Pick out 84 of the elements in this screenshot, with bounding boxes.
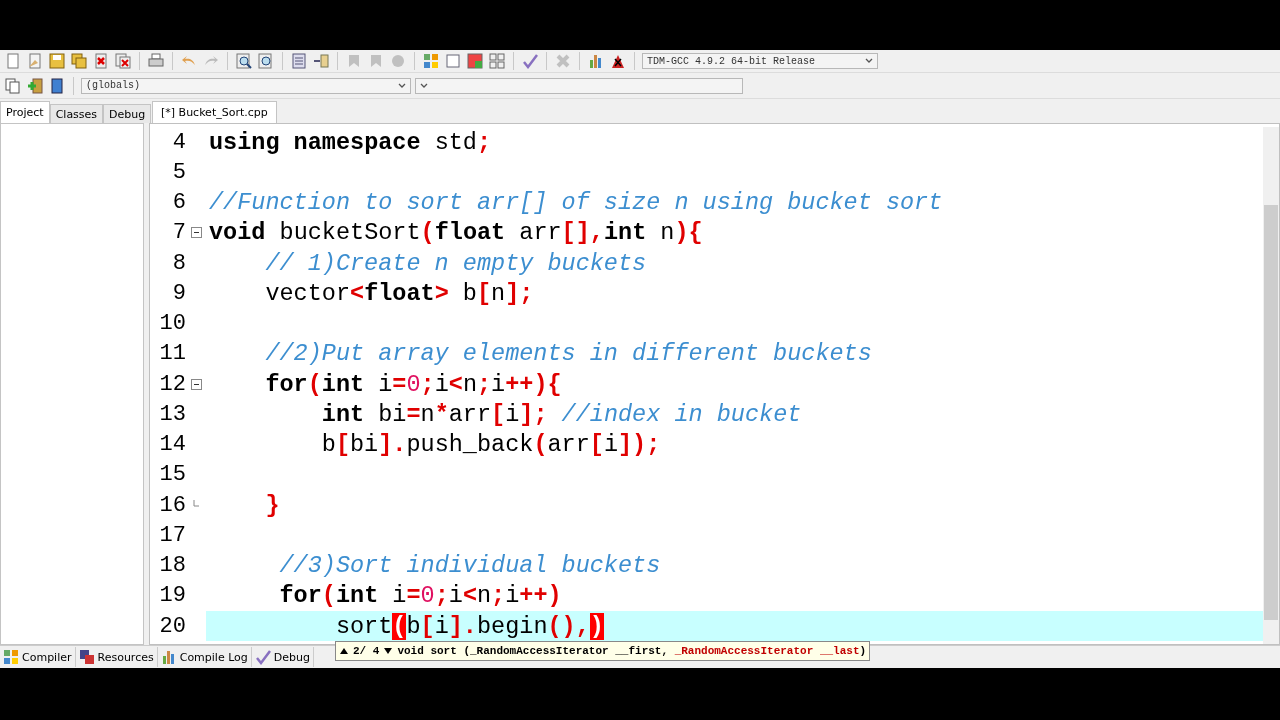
line-number: 20 [158, 613, 186, 639]
circle-icon [390, 53, 406, 69]
caret-icon[interactable] [865, 58, 873, 64]
grid-icon [3, 649, 19, 665]
open-file-icon [27, 53, 43, 69]
fold-icon[interactable] [190, 227, 202, 239]
caret-icon[interactable] [398, 82, 406, 89]
file-tab[interactable]: [*] Bucket_Sort.cpp [152, 101, 277, 123]
line-number: 6 [171, 190, 186, 216]
check-icon [254, 649, 271, 665]
save-all-icon [71, 53, 87, 69]
code-line: //Function to sort arr[] of size n using bucket sort [209, 189, 943, 217]
panel-tab[interactable]: Debug [103, 104, 152, 123]
pages-icon [5, 77, 21, 94]
magnifier-icon [258, 53, 274, 69]
code-line: //2)Put array elements in different buckets [265, 340, 872, 368]
line-number: 7 [171, 220, 186, 246]
close-icon [93, 53, 109, 69]
output-tab[interactable]: Resources [75, 647, 158, 667]
grid-icon [423, 53, 439, 69]
panel-tab[interactable]: Project [0, 101, 50, 123]
bar-chart-icon [588, 53, 604, 69]
line-number: 15 [158, 462, 186, 488]
scrollbar[interactable] [1263, 127, 1279, 644]
line-number: 10 [158, 311, 186, 337]
code-line: int bi=n*arr[i]; //index in bucket [321, 400, 802, 428]
toolbar-button[interactable] [257, 52, 275, 70]
line-number: 14 [158, 432, 186, 458]
line-number: 4 [171, 129, 186, 155]
tiles-icon [467, 53, 483, 69]
code-line: // 1)Create n empty buckets [265, 249, 647, 277]
line-number: 18 [158, 553, 186, 579]
code-line: b[bi].push_back(arr[i]); [321, 431, 661, 459]
code-line: for(int i=0;i<n;i++) [279, 582, 562, 610]
code-line: sort(b[i].begin(),) [335, 612, 604, 640]
output-tab[interactable]: Debug [251, 647, 315, 667]
arrow-icon [313, 53, 329, 69]
line-number: 11 [158, 341, 186, 367]
caret-icon[interactable] [420, 82, 428, 89]
bookmark-icon [346, 53, 362, 69]
fold-icon[interactable] [190, 378, 202, 390]
line-number: 19 [158, 583, 186, 609]
resources-icon [78, 649, 95, 665]
output-tab[interactable]: Compile Log [157, 647, 252, 667]
line-number: 13 [158, 401, 186, 427]
code-editor[interactable] [149, 123, 1280, 645]
line-number: 9 [171, 280, 186, 306]
down-arrow-icon [383, 646, 394, 656]
search-icon [236, 53, 252, 69]
close-all-icon [115, 53, 131, 69]
output-tab[interactable]: Compiler [0, 647, 76, 667]
line-number: 17 [158, 522, 186, 548]
toolbar-button[interactable] [312, 52, 330, 70]
line-number: 12 [158, 371, 186, 397]
compiler-select[interactable]: TDM-GCC 4.9.2 64-bit Release [642, 53, 878, 69]
new-file-icon [5, 53, 21, 69]
code-line: vector<float> b[n]; [265, 279, 534, 307]
line-number: 8 [171, 250, 186, 276]
toolbar-button[interactable] [48, 76, 66, 95]
toolbar-button[interactable] [235, 52, 253, 70]
save-icon [49, 53, 65, 69]
x-icon [555, 53, 571, 69]
bookmark-icon [368, 53, 384, 69]
line-number: 16 [158, 492, 186, 518]
list-icon [291, 53, 307, 69]
code-line: void bucketSort(float arr[],int n){ [209, 219, 703, 247]
squares-icon [489, 53, 505, 69]
code-line: using namespace std; [209, 128, 492, 156]
line-number: 5 [171, 159, 186, 185]
book-icon [49, 77, 65, 94]
window-icon [445, 53, 461, 69]
up-arrow-icon [339, 646, 349, 656]
add-icon [27, 77, 43, 94]
check-icon [522, 53, 538, 69]
code-line: //3)Sort individual buckets [279, 552, 661, 580]
scope-select[interactable]: (globals) [81, 77, 411, 94]
code-line: for(int i=0;i<n;i++){ [265, 370, 562, 398]
printer-icon [148, 53, 164, 69]
function-signature: void sort (_RandomAccessIterator __first, _RandomAccessIterator __last) [397, 645, 867, 657]
bar-chart-icon [160, 649, 177, 665]
panel-tab[interactable]: Classes [49, 104, 104, 123]
overload-counter: 2/ 4 [353, 645, 380, 657]
code-line: } [265, 491, 280, 519]
triangle-x-icon [610, 53, 626, 69]
